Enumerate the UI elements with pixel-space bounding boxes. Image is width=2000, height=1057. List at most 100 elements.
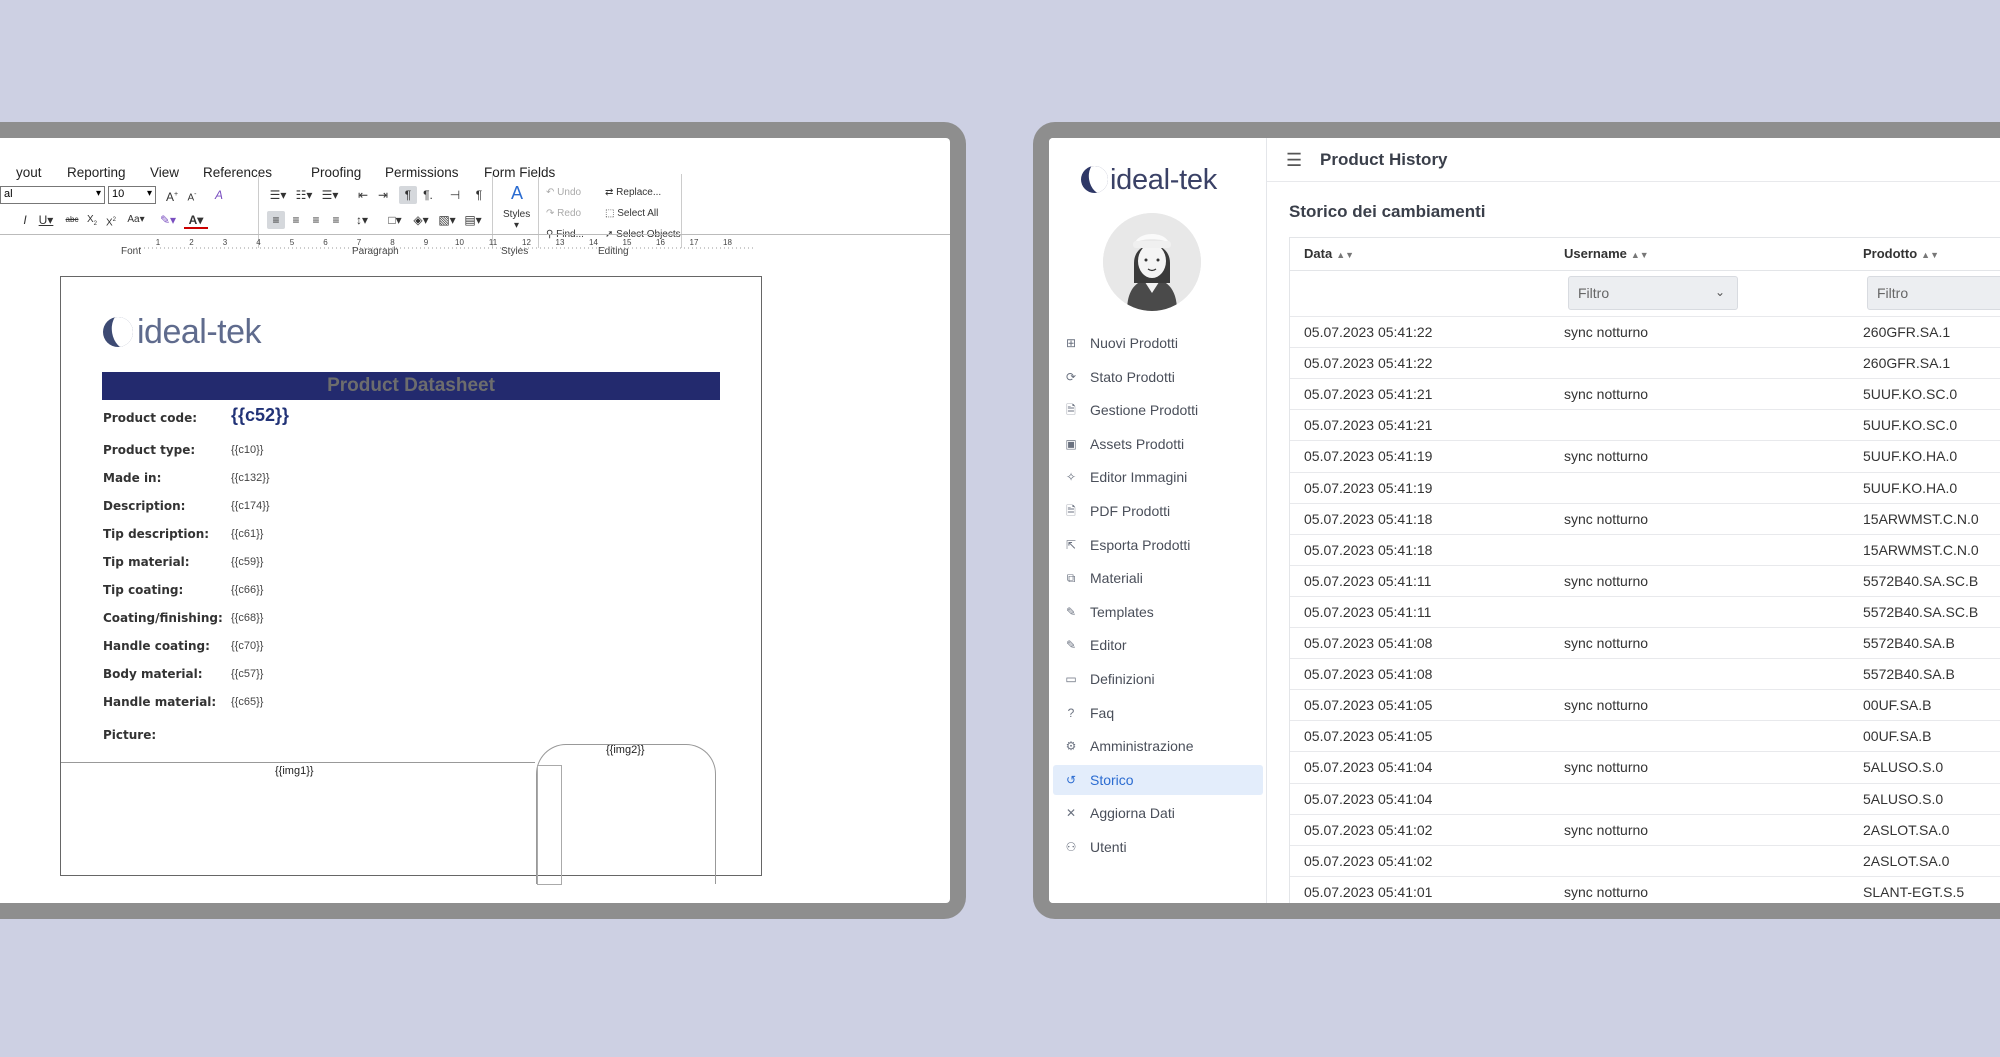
gear-icon: ⚙: [1065, 739, 1077, 754]
tab-layout[interactable]: yout: [16, 165, 42, 180]
styles-button[interactable]: Styles: [503, 209, 530, 220]
table-row[interactable]: 05.07.2023 05:41:02 2ASLOT.SA.0: [1290, 844, 2000, 876]
column-header-username[interactable]: Username ▲▼: [1564, 246, 1649, 261]
tab-permissions[interactable]: Permissions: [385, 165, 459, 180]
sidebar-item-faq[interactable]: ? Faq: [1053, 698, 1263, 728]
image-icon: ▣: [1065, 436, 1077, 451]
table-row[interactable]: 05.07.2023 05:41:21 sync notturno 5UUF.KO.…: [1290, 378, 2000, 409]
document-page[interactable]: ideal-tek Product Datasheet Product code…: [60, 276, 762, 885]
tab-view[interactable]: View: [150, 165, 179, 180]
sort-icon: ▲▼: [1336, 250, 1355, 260]
sidebar-item-gestione-prodotti[interactable]: 🗎 Gestione Prodotti: [1053, 395, 1263, 425]
username-filter-select[interactable]: Filtro ⌄: [1568, 276, 1738, 310]
clear-format-icon[interactable]: A: [210, 186, 228, 204]
ruler-tick-label: 5: [290, 238, 295, 247]
column-header-data[interactable]: Data ▲▼: [1304, 246, 1354, 261]
justify-icon[interactable]: ≡: [327, 211, 345, 229]
ruler-tick-label: 2: [189, 238, 194, 247]
column-header-prodotto[interactable]: Prodotto ▲▼: [1863, 246, 1939, 261]
table-row[interactable]: 05.07.2023 05:41:11 sync notturno 5572B40.…: [1290, 564, 2000, 596]
field-value: {{c61}}: [231, 528, 264, 540]
align-left-icon[interactable]: ≡: [267, 211, 285, 229]
cell-data: 05.07.2023 05:41:08: [1304, 635, 1433, 651]
sidebar-item-utenti[interactable]: ⚇ Utenti: [1053, 832, 1263, 862]
sidebar-item-stato-prodotti[interactable]: ⟳ Stato Prodotti: [1053, 362, 1263, 392]
replace-button[interactable]: ⇄ Replace...: [605, 187, 661, 198]
table-row[interactable]: 05.07.2023 05:41:22 260GFR.SA.1: [1290, 347, 2000, 378]
sidebar-item-editor-immagini[interactable]: ✧ Editor Immagini: [1053, 462, 1263, 492]
table-row[interactable]: 05.07.2023 05:41:08 sync notturno 5572B40.…: [1290, 627, 2000, 658]
table-row[interactable]: 05.07.2023 05:41:08 5572B40.SA.B: [1290, 658, 2000, 689]
table-row[interactable]: 05.07.2023 05:41:04 5ALUSO.S.0: [1290, 782, 2000, 814]
sidebar-item-nuovi-prodotti[interactable]: ⊞ Nuovi Prodotti: [1053, 328, 1263, 358]
superscript-icon[interactable]: X2: [102, 211, 120, 229]
app-logo[interactable]: ideal-tek: [1081, 164, 1217, 197]
horizontal-ruler[interactable]: 12345678910111213141516171819: [136, 234, 756, 258]
undo-button: ↶ Undo: [546, 187, 582, 198]
align-right-icon[interactable]: ≡: [307, 211, 325, 229]
line-spacing-icon[interactable]: ↕▾: [350, 211, 374, 229]
table-row[interactable]: 05.07.2023 05:41:02 sync notturno 2ASLOT.S…: [1290, 813, 2000, 845]
chevron-down-icon[interactable]: ▾: [514, 220, 519, 231]
align-center-icon[interactable]: ≡: [287, 211, 305, 229]
highlight-icon[interactable]: ✎▾: [156, 211, 180, 229]
table-row[interactable]: 05.07.2023 05:41:11 5572B40.SA.SC.B: [1290, 595, 2000, 627]
select-all-button[interactable]: ⬚ Select All: [605, 208, 658, 219]
sidebar-item-editor[interactable]: ✎ Editor: [1053, 630, 1263, 660]
sidebar-item-amministrazione[interactable]: ⚙ Amministrazione: [1053, 731, 1263, 761]
table-row[interactable]: 05.07.2023 05:41:04 sync notturno 5ALUSO.S…: [1290, 751, 2000, 782]
numbering-icon[interactable]: ☷▾: [292, 186, 316, 204]
ruler-tick-label: 17: [690, 238, 699, 247]
sidebar-item-esporta-prodotti[interactable]: ⇱ Esporta Prodotti: [1053, 530, 1263, 560]
shrink-font-icon[interactable]: A-: [183, 186, 201, 204]
table-borders-icon[interactable]: ▤▾: [461, 211, 485, 229]
font-name-select[interactable]: al ▾: [0, 186, 105, 204]
sidebar-item-storico[interactable]: ↺ Storico: [1053, 764, 1263, 795]
decrease-indent-icon[interactable]: ⇤: [354, 186, 372, 204]
table-row[interactable]: 05.07.2023 05:41:21 5UUF.KO.SC.0: [1290, 409, 2000, 440]
styles-icon[interactable]: A: [505, 184, 529, 208]
grow-font-icon[interactable]: A+: [163, 186, 181, 204]
paragraph-flow-icon[interactable]: ⊣: [446, 186, 464, 204]
table-row[interactable]: 05.07.2023 05:41:22 sync notturno 260GFR.S…: [1290, 316, 2000, 347]
sidebar-item-aggiorna-dati[interactable]: ✕ Aggiorna Dati: [1053, 798, 1263, 828]
border-color-icon[interactable]: ▧▾: [435, 211, 459, 229]
change-case-icon[interactable]: Aa▾: [123, 211, 149, 229]
tab-proofing[interactable]: Proofing: [311, 165, 361, 180]
table-row[interactable]: 05.07.2023 05:41:01 sync notturno SLANT-EG…: [1290, 875, 2000, 903]
underline-icon[interactable]: U▾: [37, 211, 55, 229]
shading-icon[interactable]: ◈▾: [409, 211, 433, 229]
sidebar-item-definizioni[interactable]: ▭ Definizioni: [1053, 664, 1263, 694]
prodotto-filter-input[interactable]: Filtro: [1867, 276, 2000, 310]
show-marks-icon[interactable]: ¶: [470, 186, 488, 204]
table-row[interactable]: 05.07.2023 05:41:18 sync notturno 15ARWMST…: [1290, 502, 2000, 534]
table-row[interactable]: 05.07.2023 05:41:18 15ARWMST.C.N.0: [1290, 533, 2000, 565]
sidebar-item-templates[interactable]: ✎ Templates: [1053, 597, 1263, 627]
hamburger-menu-icon[interactable]: ☰: [1286, 150, 1302, 171]
table-row[interactable]: 05.07.2023 05:41:05 00UF.SA.B: [1290, 720, 2000, 751]
rtl-icon[interactable]: ¶.: [419, 186, 437, 204]
bullets-icon[interactable]: ☰▾: [266, 186, 290, 204]
table-row[interactable]: 05.07.2023 05:41:19 sync notturno 5UUF.KO.…: [1290, 440, 2000, 471]
increase-indent-icon[interactable]: ⇥: [374, 186, 392, 204]
avatar[interactable]: [1103, 213, 1201, 311]
subscript-icon[interactable]: X2: [83, 211, 101, 229]
sidebar-item-pdf-prodotti[interactable]: 🗎 PDF Prodotti: [1053, 496, 1263, 526]
ltr-icon[interactable]: ¶: [399, 186, 417, 204]
strikethrough-icon[interactable]: abc: [63, 211, 81, 229]
cell-username: sync notturno: [1564, 386, 1649, 403]
tab-references[interactable]: References: [203, 165, 272, 180]
img2-placeholder: {{img2}}: [606, 744, 645, 756]
borders-icon[interactable]: □▾: [383, 211, 407, 229]
italic-icon[interactable]: I: [16, 211, 34, 229]
font-size-select[interactable]: 10 ▾: [108, 186, 156, 204]
multilevel-list-icon[interactable]: ☰▾: [318, 186, 342, 204]
table-row[interactable]: 05.07.2023 05:41:19 5UUF.KO.HA.0: [1290, 471, 2000, 503]
field-value: {{c132}}: [231, 472, 270, 484]
sidebar-item-materiali[interactable]: ⧉ Materiali: [1053, 563, 1263, 593]
font-color-icon[interactable]: A▾: [184, 211, 208, 229]
tab-reporting[interactable]: Reporting: [67, 165, 126, 180]
tab-form-fields[interactable]: Form Fields: [484, 165, 555, 180]
table-row[interactable]: 05.07.2023 05:41:05 sync notturno 00UF.SA.…: [1290, 689, 2000, 720]
sidebar-item-assets-prodotti[interactable]: ▣ Assets Prodotti: [1053, 429, 1263, 459]
